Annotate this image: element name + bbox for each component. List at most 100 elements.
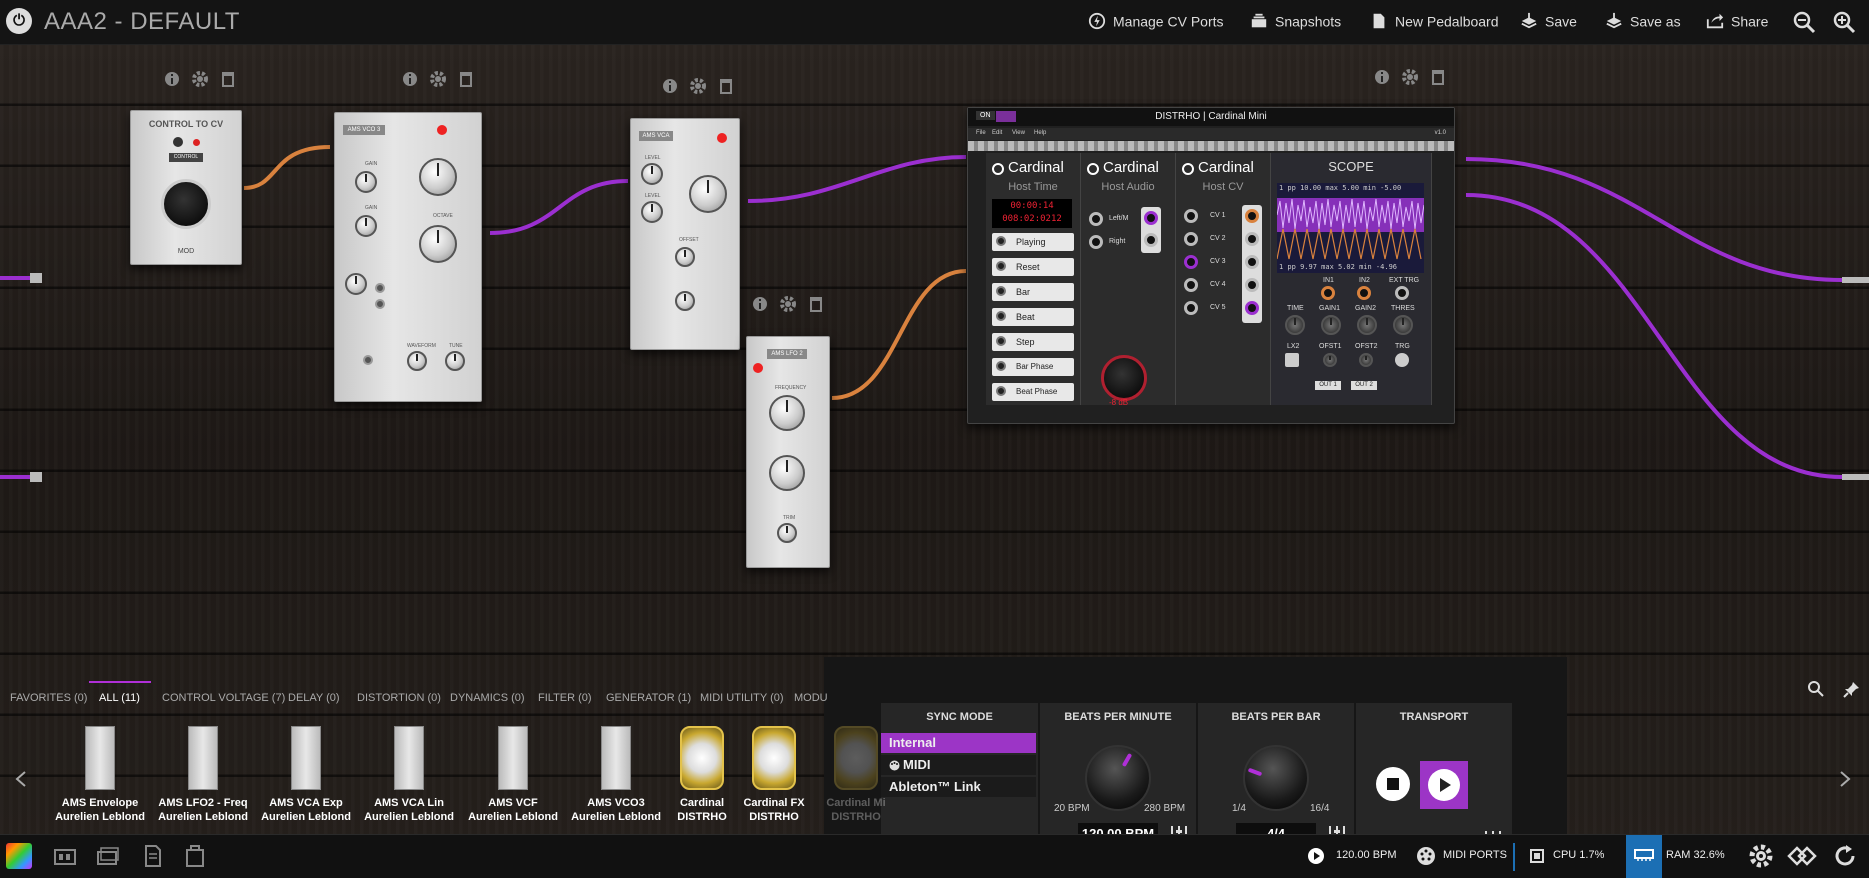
time-output-playing[interactable]: Playing [992,233,1074,251]
offset-knob[interactable] [675,247,695,267]
category-tab-favorites[interactable]: FAVORITES (0) [10,692,87,704]
module-host-cv[interactable]: Cardinal Host CV CV 1 CV 2 CV 3 CV 4 CV … [1176,153,1271,405]
jack[interactable] [375,299,385,309]
gain-knob[interactable] [355,171,377,193]
scope-in1-jack[interactable] [1321,286,1335,300]
cable[interactable] [747,155,967,203]
waveform-knob[interactable] [769,455,805,491]
info-icon[interactable] [662,78,678,94]
plugin-list-item[interactable]: AMS Envelope Aurelien Leblond [55,726,145,824]
sync-option-internal[interactable]: Internal [881,733,1036,753]
plugin-ams-vca[interactable]: AMS VCA LEVEL LEVEL OFFSET [630,118,740,350]
status-midi-ports[interactable]: MIDI PORTS [1443,849,1507,861]
cv-jack[interactable] [1184,232,1198,246]
category-tab-all[interactable]: ALL (11) [99,692,140,704]
module-host-audio[interactable]: Cardinal Host Audio Left/M Right -8 dB [1081,153,1176,407]
plugin-list-item[interactable]: Cardinal Mi DISTRHO [811,726,901,824]
cv-out-jack[interactable] [1245,278,1259,292]
menu-file[interactable]: File [976,130,986,136]
lx2-button[interactable] [1285,353,1299,367]
plugin-list-item[interactable]: AMS LFO2 - Freq Aurelien Leblond [158,726,248,824]
cable[interactable] [243,145,331,190]
octave-knob[interactable] [419,225,457,263]
bpm-knob[interactable] [1085,745,1151,811]
trash-icon[interactable] [220,71,236,87]
time-output-beat[interactable]: Beat [992,308,1074,326]
cv-jack[interactable] [1184,278,1198,292]
plugin-ams-vco[interactable]: AMS VCO 3 GAIN GAIN OCTAVE WAVEFORM TUNE [334,112,482,402]
manage-cv-ports-button[interactable]: Manage CV Ports [1087,12,1224,30]
chevron-left-icon[interactable] [14,770,28,788]
menu-help[interactable]: Help [1034,130,1046,136]
status-bpm[interactable]: 120.00 BPM [1336,849,1397,861]
gear-icon[interactable] [780,296,796,312]
plugin-list-item[interactable]: AMS VCF Aurelien Leblond [468,726,558,824]
ofst1-knob[interactable] [1323,353,1337,367]
gain-knob[interactable] [355,215,377,237]
menu-view[interactable]: View [1012,130,1025,136]
scope-in2-jack[interactable] [1357,286,1371,300]
zoom-out-icon[interactable] [1792,10,1816,34]
trash-icon[interactable] [808,296,824,312]
trash-icon[interactable] [1430,69,1446,85]
ofst2-knob[interactable] [1359,353,1373,367]
time-knob[interactable] [1285,315,1305,335]
plugin-list-item[interactable]: AMS VCA Exp Aurelien Leblond [261,726,351,824]
info-icon[interactable] [402,71,418,87]
thres-knob[interactable] [1393,315,1413,335]
banks-icon[interactable] [97,847,119,865]
play-circle-icon[interactable] [1307,847,1325,865]
trash-icon[interactable] [718,78,734,94]
toggle-switch[interactable] [996,111,1016,122]
refresh-icon[interactable] [1832,843,1858,869]
beats-per-bar-knob[interactable] [1243,745,1309,811]
chevron-right-icon[interactable] [1838,770,1852,788]
play-button[interactable] [1420,761,1468,809]
time-output-reset[interactable]: Reset [992,258,1074,276]
share-button[interactable]: Share [1705,12,1768,30]
cable[interactable] [1465,157,1843,282]
new-pedalboard-button[interactable]: New Pedalboard [1369,12,1499,30]
knob[interactable] [675,291,695,311]
plugins-mode-icon[interactable] [6,843,32,869]
info-icon[interactable] [164,71,180,87]
time-output-beat-phase[interactable]: Beat Phase [992,383,1074,401]
cloud-sync-icon[interactable] [1787,843,1817,869]
cv-out-jack[interactable] [1245,301,1259,315]
plugin-list-item[interactable]: Cardinal FX DISTRHO [729,726,819,824]
gear-icon[interactable] [192,71,208,87]
cable[interactable] [831,269,967,400]
stop-button[interactable] [1376,767,1410,801]
gear-icon[interactable] [690,78,706,94]
gain-knob[interactable] [1101,355,1147,401]
bank-icon[interactable] [54,847,76,865]
sync-option-midi[interactable]: MIDI [881,755,1036,775]
category-tab-delay[interactable]: DELAY (0) [288,692,340,704]
save-button[interactable]: Save [1519,12,1577,30]
category-tab-midi-utility[interactable]: MIDI UTILITY (0) [700,692,784,704]
search-icon[interactable] [1807,680,1825,698]
trash-icon[interactable] [458,71,474,87]
cv-jack[interactable] [1184,255,1198,269]
plugin-list-item[interactable]: AMS VCA Lin Aurelien Leblond [364,726,454,824]
zoom-in-icon[interactable] [1832,10,1856,34]
category-tab-dynamics[interactable]: DYNAMICS (0) [450,692,525,704]
jack[interactable] [363,355,373,365]
settings-gear-icon[interactable] [1748,843,1774,869]
control-knob[interactable] [161,179,211,229]
waveform-knob[interactable] [407,351,427,371]
midi-ports-icon[interactable] [1416,846,1436,866]
audio-out-jack[interactable] [1144,211,1158,225]
category-tab-generator[interactable]: GENERATOR (1) [606,692,691,704]
gain-knob[interactable] [689,175,727,213]
plugin-control-to-cv[interactable]: CONTROL TO CV CONTROL MOD [130,110,242,265]
time-output-bar[interactable]: Bar [992,283,1074,301]
cable[interactable] [1465,193,1843,479]
module-scope[interactable]: SCOPE 1 pp 10.00 max 5.00 min -5.00 1 pp… [1271,153,1432,405]
category-tab-filter[interactable]: FILTER (0) [538,692,592,704]
package-icon[interactable] [185,845,205,867]
category-tab-distortion[interactable]: DISTORTION (0) [357,692,441,704]
info-icon[interactable] [752,296,768,312]
module-host-time[interactable]: Cardinal Host Time 00:00:14 008:02:0212 … [986,153,1081,405]
snapshots-button[interactable]: Snapshots [1249,12,1341,30]
